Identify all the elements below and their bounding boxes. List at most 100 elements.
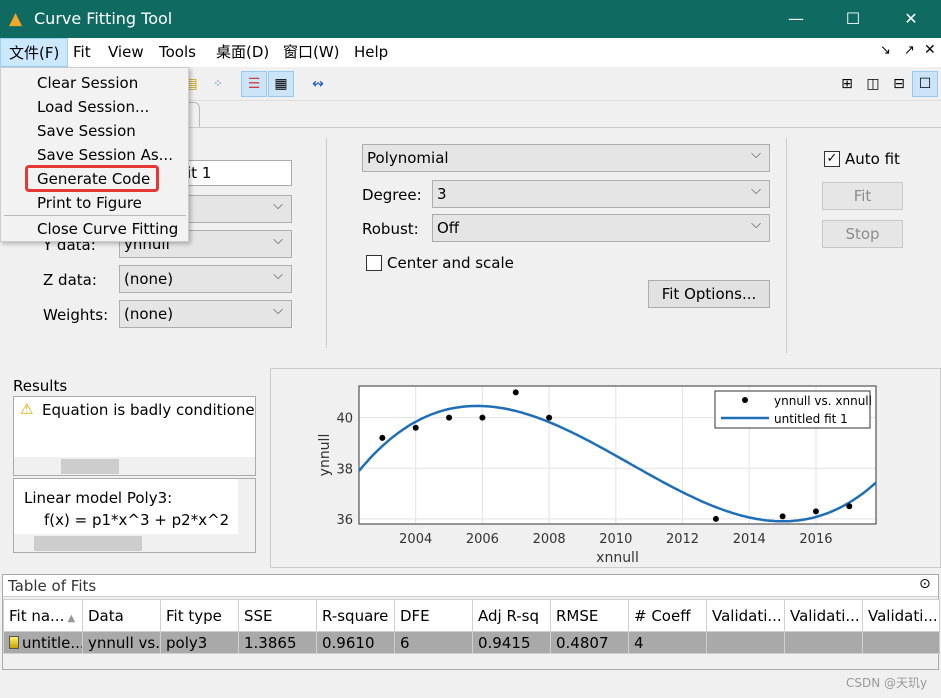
scrollbar-thumb[interactable] <box>34 536 142 551</box>
cell-value: 6 <box>400 633 410 652</box>
data-point <box>546 414 553 421</box>
watermark: CSDN @天玑y <box>846 676 928 690</box>
legend-icon[interactable]: ☰ <box>241 71 267 97</box>
data-point <box>379 434 386 441</box>
menu-help[interactable]: Help <box>346 38 396 67</box>
stop-button[interactable]: Stop <box>822 220 903 248</box>
table-cell: 6 <box>394 631 473 654</box>
column-header[interactable]: Validati... <box>706 599 785 632</box>
menu-view[interactable]: View <box>100 38 152 67</box>
sort-ascending-icon[interactable]: ▲ <box>64 613 76 624</box>
panel-menu-icon[interactable]: ⊙ <box>919 576 931 592</box>
dock-icon[interactable]: ↘ <box>880 43 891 58</box>
close-panel-icon[interactable]: ✕ <box>924 42 936 58</box>
menu-item-save-session[interactable]: Save Session <box>37 122 136 140</box>
maximize-button[interactable]: ☐ <box>830 0 876 38</box>
fit-plot[interactable]: 2004 2006 2008 2010 2012 2014 2016 36 38 40 xnnull… <box>271 369 941 569</box>
data-point <box>812 508 819 515</box>
plot-panel: 2004 2006 2008 2010 2012 2014 2016 36 38 40 xnnull… <box>270 368 941 568</box>
table-cell: ynnull vs... <box>82 631 161 654</box>
layout-grid-icon[interactable]: ⊞ <box>834 71 860 97</box>
menu-item-clear-session[interactable]: Clear Session <box>37 74 138 92</box>
x-tick-label: 2008 <box>533 532 566 547</box>
degree-label: Degree: <box>362 186 422 204</box>
column-header[interactable]: SSE <box>238 599 317 632</box>
highlight-box <box>25 165 159 192</box>
auto-fit-label: Auto fit <box>845 150 900 168</box>
z-data-label: Z data: <box>43 271 97 289</box>
data-point <box>446 414 453 421</box>
table-cell: untitle... <box>3 631 83 654</box>
menu-file[interactable]: 文件(F) <box>0 38 69 67</box>
legend-label: ynnull vs. xnnull <box>774 394 872 408</box>
exclude-outliers-icon[interactable]: ⁘ <box>205 71 231 97</box>
table-header-row: Fit na... ▲ Data Fit type SSE R-square DFE Adj… <box>3 599 940 632</box>
cell-value: 4 <box>634 633 644 652</box>
results-panel: Results ⚠ Equation is badly conditioned … <box>0 368 268 568</box>
x-tick-label: 2014 <box>733 532 766 547</box>
layout-columns-icon[interactable]: ◫ <box>860 71 886 97</box>
column-header[interactable]: DFE <box>394 599 473 632</box>
legend-label: untitled fit 1 <box>774 412 848 426</box>
table-cell <box>784 631 863 654</box>
close-button[interactable]: ✕ <box>888 0 934 38</box>
column-header[interactable]: R-square <box>316 599 395 632</box>
matlab-logo-icon: ▲ <box>9 9 23 29</box>
menu-tools[interactable]: Tools <box>151 38 204 67</box>
column-header[interactable]: Fit na... ▲ <box>3 599 83 632</box>
y-axis-label: ynnull <box>317 434 333 477</box>
fit-options-button[interactable]: Fit Options... <box>648 280 770 308</box>
column-header[interactable]: Data <box>82 599 161 632</box>
cell-value: 0.9415 <box>478 633 531 652</box>
layout-rows-icon[interactable]: ⊟ <box>886 71 912 97</box>
vertical-scrollbar[interactable] <box>238 479 255 534</box>
column-header[interactable]: # Coeff <box>628 599 707 632</box>
column-header[interactable]: Fit type <box>160 599 239 632</box>
menu-item-print-to-figure[interactable]: Print to Figure <box>37 194 142 212</box>
menu-item-save-session-as[interactable]: Save Session As... <box>37 146 173 164</box>
minimize-button[interactable]: — <box>773 0 819 38</box>
undock-icon[interactable]: ↗ <box>904 43 915 58</box>
results-warning-box: ⚠ Equation is badly conditioned <box>13 396 256 476</box>
menu-item-load-session[interactable]: Load Session... <box>37 98 149 116</box>
table-cell: 1.3865 <box>238 631 317 654</box>
menu-desktop[interactable]: 桌面(D) <box>208 38 277 67</box>
column-header[interactable]: RMSE <box>550 599 629 632</box>
table-cell: 4 <box>628 631 707 654</box>
menu-item-close-curve-fitting[interactable]: Close Curve Fitting <box>37 220 178 238</box>
column-header[interactable]: Validati... <box>784 599 863 632</box>
center-scale-label: Center and scale <box>387 254 514 272</box>
menu-window[interactable]: 窗口(W) <box>275 38 348 67</box>
model-formula: f(x) = p1*x^3 + p2*x^2 + p3*x + p4 <box>44 511 234 529</box>
horizontal-scrollbar[interactable] <box>14 534 255 552</box>
fit-type-select[interactable]: Polynomial <box>362 142 770 172</box>
cell-value: poly3 <box>166 633 208 652</box>
center-scale-checkbox[interactable] <box>366 255 382 271</box>
auto-fit-checkbox[interactable]: ✓ <box>824 151 840 167</box>
divider <box>786 138 787 353</box>
data-point <box>712 515 719 522</box>
data-point <box>846 503 853 510</box>
column-header[interactable]: Adj R-sq <box>472 599 551 632</box>
layout-single-icon[interactable]: ☐ <box>912 71 938 97</box>
y-tick-label: 36 <box>336 513 353 528</box>
data-point <box>412 424 419 431</box>
weights-select[interactable]: (none) <box>119 298 292 328</box>
scrollbar-thumb[interactable] <box>61 459 119 474</box>
z-data-select[interactable]: (none) <box>119 263 292 293</box>
fit-button[interactable]: Fit <box>822 182 903 210</box>
table-row[interactable]: untitle... ynnull vs... poly3 1.3865 0.9610 6… <box>3 631 940 654</box>
degree-select[interactable]: 3 <box>432 178 770 208</box>
horizontal-scrollbar[interactable] <box>14 457 255 475</box>
cell-value: untitle... <box>22 633 83 652</box>
grid-icon[interactable]: ▦ <box>268 71 294 97</box>
axes-limits-icon[interactable]: ↭ <box>305 71 331 97</box>
fit-color-icon <box>9 635 19 649</box>
window-title: Curve Fitting Tool <box>34 9 173 28</box>
menu-fit[interactable]: Fit <box>65 38 99 67</box>
data-point <box>479 414 486 421</box>
table-header-bar: Table of Fits ⊙ <box>3 575 938 597</box>
x-tick-label: 2006 <box>466 532 499 547</box>
robust-select[interactable]: Off <box>432 212 770 242</box>
column-header[interactable]: Validati... <box>862 599 940 632</box>
